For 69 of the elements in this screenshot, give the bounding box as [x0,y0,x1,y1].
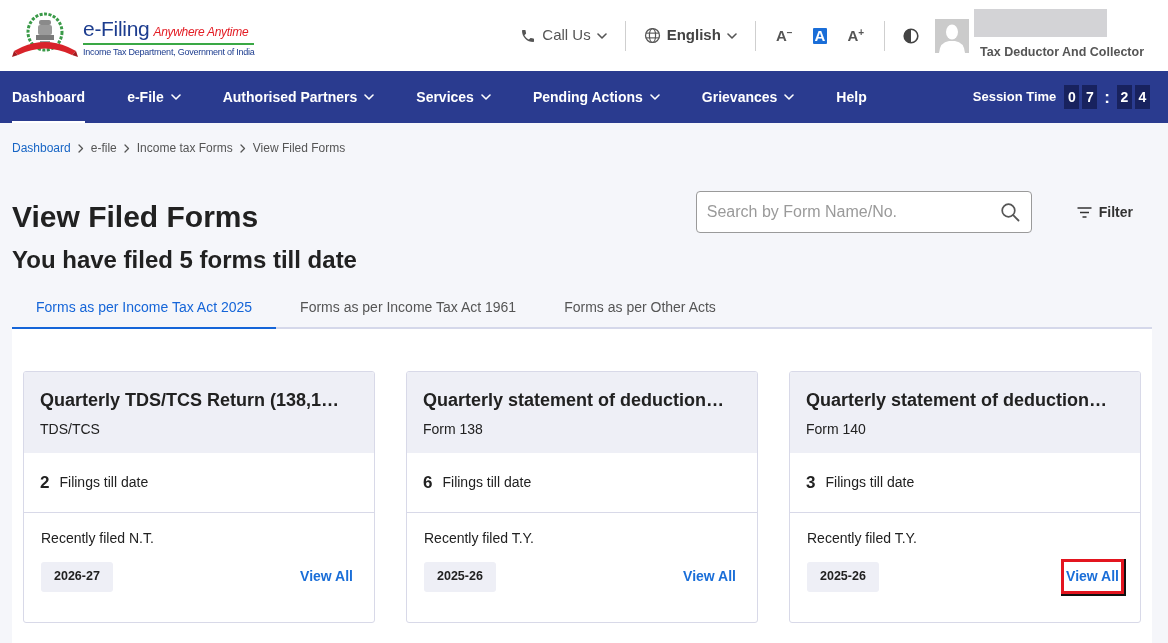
timer-separator: : [1104,88,1110,106]
breadcrumb-item: Income tax Forms [136,141,233,156]
globe-icon [643,27,661,44]
recently-filed-label: Recently filed T.Y. [807,529,917,547]
nav-menu-item[interactable]: Services [416,71,491,123]
breadcrumb-link[interactable]: Dashboard [12,141,71,156]
breadcrumb-item: e-file [90,141,117,156]
chevron-down-icon [480,94,491,100]
avatar-icon [935,18,970,53]
form-category: Form 140 [806,420,866,438]
timer-digit: 7 [1082,85,1098,109]
chevron-right-icon [77,144,84,153]
year-tag: 2025-26 [807,561,879,592]
nav-menu-item[interactable]: Dashboard [12,71,86,123]
form-tab[interactable]: Forms as per Other Acts [540,287,740,329]
filter-button[interactable]: Filter [1076,201,1133,223]
language-dropdown[interactable]: English [643,24,737,47]
text-size-button[interactable]: A$^{−}$ [773,27,795,44]
timer-digit: 4 [1135,85,1150,109]
view-all-link[interactable]: View All [678,559,741,594]
brand-name: e-Filing [83,17,150,39]
nav-menu-item[interactable]: Help [836,71,867,123]
form-title: Quarterly TDS/TCS Return (138,1… [40,389,340,411]
timer-digit: 0 [1064,85,1080,109]
chevron-right-icon [123,144,130,153]
view-all-link[interactable]: View All [295,559,358,594]
contrast-icon[interactable] [903,27,920,44]
recently-filed-label: Recently filed N.T. [41,529,154,547]
filing-count: 6 [423,471,433,494]
nav-menu-item[interactable]: Authorised Partners [222,71,375,123]
form-category: Form 138 [423,420,483,438]
filing-count-label: Filings till date [825,473,915,492]
chevron-down-icon [649,94,660,100]
call-us-dropdown[interactable]: Call Us [520,24,607,47]
brand-tagline: Anywhere Anytime [153,23,249,41]
view-all-link[interactable]: View All [1061,559,1124,594]
chevron-down-icon [364,94,375,100]
page-subtitle: You have filed 5 forms till date [12,245,357,274]
chevron-down-icon [726,32,737,39]
nav-menu-item[interactable]: Pending Actions [532,71,660,123]
form-category: TDS/TCS [40,420,100,438]
session-time-label: Session Time [972,88,1057,107]
department-name: Income Tax Department, Government of India [83,46,255,58]
chevron-right-icon [239,144,246,153]
form-tab[interactable]: Forms as per Income Tax Act 1961 [276,287,541,329]
breadcrumb-item: View Filed Forms [252,141,346,156]
form-title: Quarterly statement of deduction… [423,389,725,411]
filing-count: 2 [40,471,50,494]
text-size-button[interactable]: A [812,27,828,44]
timer-digit: 2 [1117,85,1132,109]
chevron-down-icon [784,94,795,100]
filing-count-label: Filings till date [59,473,149,492]
chevron-down-icon [596,32,607,39]
recently-filed-label: Recently filed T.Y. [424,529,534,547]
filing-count: 3 [806,471,816,494]
search-field[interactable]: Search by Form Name/No. [695,191,1032,233]
chevron-down-icon [170,94,181,100]
year-tag: 2026-27 [41,561,113,592]
filter-icon [1076,206,1092,218]
page-title: View Filed Forms [12,199,260,235]
nav-menu-item[interactable]: e-File [127,71,181,123]
nav-menu-item[interactable]: Grievances [701,71,795,123]
form-title: Quarterly statement of deduction… [806,389,1108,411]
phone-icon [520,27,537,44]
user-role: Tax Deductor And Collector [979,44,1144,62]
text-size-button[interactable]: A$^{+}$ [845,27,867,44]
year-tag: 2025-26 [424,561,496,592]
filing-count-label: Filings till date [442,473,532,492]
search-icon[interactable] [999,202,1020,222]
